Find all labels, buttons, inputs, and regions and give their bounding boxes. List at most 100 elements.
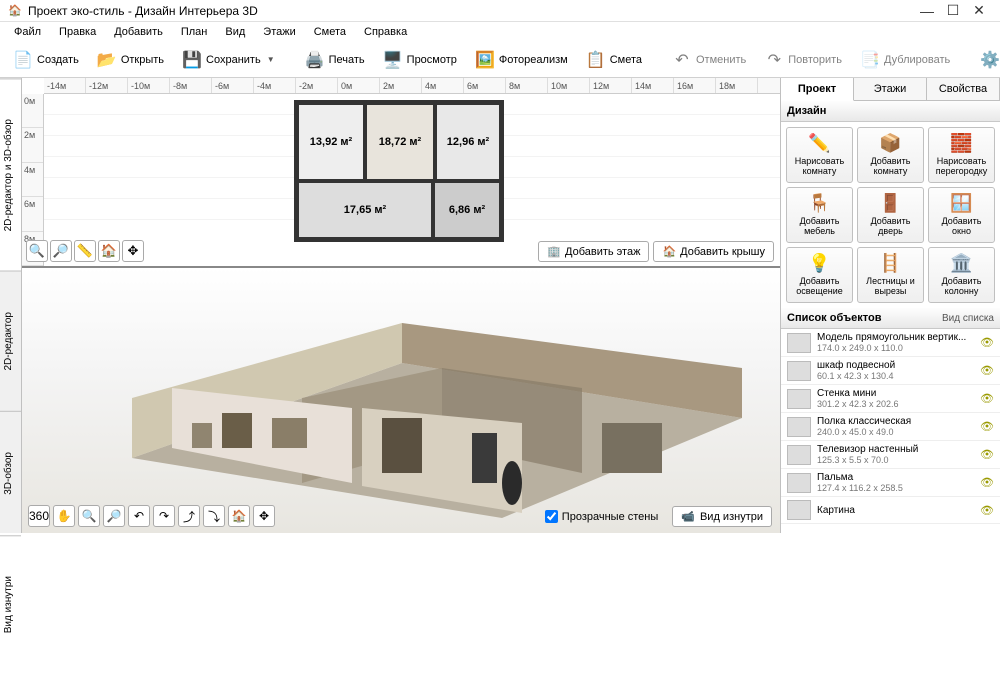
view-3d[interactable]: 360 ✋ 🔍 🔎 ↶ ↷ ⤴ ⤵ 🏠 ✥ Прозрачные стены 📹…: [22, 268, 780, 533]
add-furniture-button[interactable]: 🪑Добавить мебель: [786, 187, 853, 243]
room-5[interactable]: 6,86 м²: [433, 181, 501, 239]
rotate-right-button[interactable]: ↷: [153, 505, 175, 527]
preview-button[interactable]: 🖥️Просмотр: [376, 46, 464, 74]
add-roof-button[interactable]: 🏠Добавить крышу: [653, 241, 774, 262]
rtab-floors[interactable]: Этажи: [854, 78, 927, 100]
tilt-down-button[interactable]: ⤵: [203, 505, 225, 527]
list-item[interactable]: Картина👁: [781, 497, 1000, 524]
list-item[interactable]: Стенка мини301.2 x 42.3 x 202.6👁: [781, 385, 1000, 413]
room-1[interactable]: 13,92 м²: [297, 103, 365, 181]
add-floor-button[interactable]: 🏢Добавить этаж: [538, 241, 649, 262]
rotate-left-button[interactable]: ↶: [128, 505, 150, 527]
document-icon: 📄: [13, 50, 33, 70]
room-3[interactable]: 12,96 м²: [435, 103, 501, 181]
zoom-in-button[interactable]: 🔎: [50, 240, 72, 262]
menu-add[interactable]: Добавить: [106, 24, 171, 40]
transparent-walls-checkbox[interactable]: Прозрачные стены: [545, 510, 658, 523]
duplicate-button[interactable]: 📑Дублировать: [853, 46, 957, 74]
zoom-out-button[interactable]: 🔍: [26, 240, 48, 262]
window-icon: 🪟: [950, 193, 972, 214]
visibility-icon[interactable]: 👁: [980, 504, 994, 517]
menu-file[interactable]: Файл: [6, 24, 49, 40]
settings-button[interactable]: ⚙️: [973, 46, 1000, 74]
floorplan[interactable]: 13,92 м² 18,72 м² 12,96 м² 17,65 м² 6,86…: [294, 100, 504, 242]
fit-button[interactable]: ✥: [122, 240, 144, 262]
menu-floors[interactable]: Этажи: [255, 24, 303, 40]
visibility-icon[interactable]: 👁: [980, 448, 994, 461]
object-thumbnail: [787, 333, 811, 353]
add-window-button[interactable]: 🪟Добавить окно: [928, 187, 995, 243]
inside-view-button[interactable]: 📹Вид изнутри: [672, 506, 772, 527]
duplicate-icon: 📑: [860, 50, 880, 70]
add-column-button[interactable]: 🏛️Добавить колонну: [928, 247, 995, 303]
home-button[interactable]: 🏠: [98, 240, 120, 262]
object-list[interactable]: Модель прямоугольник вертик...174.0 x 24…: [781, 329, 1000, 533]
close-button[interactable]: ✕: [966, 2, 992, 19]
object-name: Пальма: [817, 472, 974, 483]
sidetab-3d[interactable]: 3D-обзор: [0, 411, 21, 535]
visibility-icon[interactable]: 👁: [980, 392, 994, 405]
save-icon: 💾: [182, 50, 202, 70]
gear-icon: ⚙️: [980, 50, 1000, 70]
titlebar: 🏠 Проект эко-стиль - Дизайн Интерьера 3D…: [0, 0, 1000, 22]
list-item[interactable]: Модель прямоугольник вертик...174.0 x 24…: [781, 329, 1000, 357]
roof-icon: 🏠: [662, 245, 676, 258]
scene-3d[interactable]: [22, 268, 780, 533]
save-button[interactable]: 💾Сохранить▼: [175, 46, 282, 74]
tilt-up-button[interactable]: ⤴: [178, 505, 200, 527]
sidetab-2d3d[interactable]: 2D-редактор и 3D-обзор: [0, 78, 21, 271]
measure-button[interactable]: 📏: [74, 240, 96, 262]
list-item[interactable]: Телевизор настенный125.3 x 5.5 x 70.0👁: [781, 441, 1000, 469]
estimate-button[interactable]: 📋Смета: [579, 46, 649, 74]
sidetab-2d[interactable]: 2D-редактор: [0, 271, 21, 411]
rtab-project[interactable]: Проект: [781, 78, 854, 101]
menu-view[interactable]: Вид: [217, 24, 253, 40]
add-door-button[interactable]: 🚪Добавить дверь: [857, 187, 924, 243]
canvas-2d[interactable]: 13,92 м² 18,72 м² 12,96 м² 17,65 м² 6,86…: [44, 94, 780, 240]
right-tabs: Проект Этажи Свойства: [781, 78, 1000, 101]
object-thumbnail: [787, 500, 811, 520]
create-button[interactable]: 📄Создать: [6, 46, 86, 74]
stairs-button[interactable]: 🪜Лестницы и вырезы: [857, 247, 924, 303]
chevron-down-icon: ▼: [267, 55, 275, 64]
sidetab-inside[interactable]: Вид изнутри: [0, 535, 21, 673]
undo-icon: ↶: [672, 50, 692, 70]
home-3d-button[interactable]: 🏠: [228, 505, 250, 527]
zoom-out-3d-button[interactable]: 🔍: [78, 505, 100, 527]
add-light-button[interactable]: 💡Добавить освещение: [786, 247, 853, 303]
visibility-icon[interactable]: 👁: [980, 420, 994, 433]
visibility-icon[interactable]: 👁: [980, 476, 994, 489]
menu-estimate[interactable]: Смета: [306, 24, 354, 40]
view-2d[interactable]: -14м-12м-10м-8м-6м-4м-2м0м2м4м6м8м10м12м…: [22, 78, 780, 268]
room-2[interactable]: 18,72 м²: [365, 103, 435, 181]
zoom-in-3d-button[interactable]: 🔎: [103, 505, 125, 527]
menu-help[interactable]: Справка: [356, 24, 415, 40]
printer-icon: 🖨️: [305, 50, 325, 70]
list-item[interactable]: шкаф подвесной60.1 x 42.3 x 130.4👁: [781, 357, 1000, 385]
list-item[interactable]: Пальма127.4 x 116.2 x 258.5 👁: [781, 469, 1000, 497]
room-4[interactable]: 17,65 м²: [297, 181, 433, 239]
list-view-toggle[interactable]: Вид списка: [942, 313, 994, 324]
photoreal-button[interactable]: 🖼️Фотореализм: [468, 46, 575, 74]
menu-edit[interactable]: Правка: [51, 24, 104, 40]
fit-3d-button[interactable]: ✥: [253, 505, 275, 527]
draw-room-button[interactable]: ✏️Нарисовать комнату: [786, 127, 853, 183]
add-room-button[interactable]: 📦Добавить комнату: [857, 127, 924, 183]
visibility-icon[interactable]: 👁: [980, 336, 994, 349]
pan-button[interactable]: ✋: [53, 505, 75, 527]
orbit-button[interactable]: 360: [28, 505, 50, 527]
maximize-button[interactable]: ☐: [940, 2, 966, 19]
visibility-icon[interactable]: 👁: [980, 364, 994, 377]
draw-wall-button[interactable]: 🧱Нарисовать перегородку: [928, 127, 995, 183]
minimize-button[interactable]: —: [914, 3, 940, 19]
folder-icon: 📂: [97, 50, 117, 70]
object-dimensions: 127.4 x 116.2 x 258.5: [817, 483, 974, 493]
redo-button[interactable]: ↷Повторить: [757, 46, 849, 74]
undo-button[interactable]: ↶Отменить: [665, 46, 753, 74]
open-button[interactable]: 📂Открыть: [90, 46, 171, 74]
print-button[interactable]: 🖨️Печать: [298, 46, 372, 74]
rtab-properties[interactable]: Свойства: [927, 78, 1000, 100]
menu-plan[interactable]: План: [173, 24, 216, 40]
preview-icon: 🖥️: [383, 50, 403, 70]
list-item[interactable]: Полка классическая240.0 x 45.0 x 49.0👁: [781, 413, 1000, 441]
